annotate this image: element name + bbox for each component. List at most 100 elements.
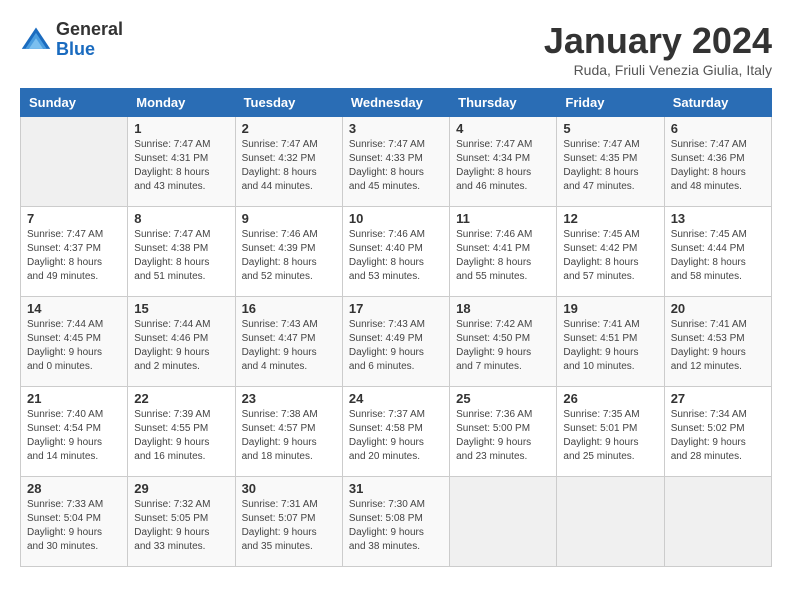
day-info: Sunrise: 7:37 AMSunset: 4:58 PMDaylight:… (349, 408, 443, 464)
calendar-cell: 28 Sunrise: 7:33 AMSunset: 5:04 PMDayligh… (21, 477, 128, 567)
day-number: 19 (563, 301, 657, 316)
calendar-cell: 23 Sunrise: 7:38 AMSunset: 4:57 PMDayligh… (235, 387, 342, 477)
logo-icon (20, 24, 52, 56)
day-info: Sunrise: 7:43 AMSunset: 4:49 PMDaylight:… (349, 318, 443, 374)
logo-general: General (56, 19, 123, 39)
calendar-cell: 20 Sunrise: 7:41 AMSunset: 4:53 PMDayligh… (664, 297, 771, 387)
logo: General Blue (20, 20, 123, 60)
calendar-cell (450, 477, 557, 567)
day-number: 23 (242, 391, 336, 406)
day-number: 12 (563, 211, 657, 226)
calendar-cell: 30 Sunrise: 7:31 AMSunset: 5:07 PMDayligh… (235, 477, 342, 567)
day-number: 3 (349, 121, 443, 136)
calendar-cell: 22 Sunrise: 7:39 AMSunset: 4:55 PMDayligh… (128, 387, 235, 477)
day-number: 31 (349, 481, 443, 496)
calendar-cell: 19 Sunrise: 7:41 AMSunset: 4:51 PMDayligh… (557, 297, 664, 387)
day-info: Sunrise: 7:33 AMSunset: 5:04 PMDaylight:… (27, 498, 121, 554)
page-header: General Blue January 2024 Ruda, Friuli V… (20, 20, 772, 78)
calendar-cell: 11 Sunrise: 7:46 AMSunset: 4:41 PMDayligh… (450, 207, 557, 297)
day-info: Sunrise: 7:47 AMSunset: 4:33 PMDaylight:… (349, 138, 443, 194)
day-info: Sunrise: 7:47 AMSunset: 4:36 PMDaylight:… (671, 138, 765, 194)
day-info: Sunrise: 7:46 AMSunset: 4:40 PMDaylight:… (349, 228, 443, 284)
day-number: 4 (456, 121, 550, 136)
day-info: Sunrise: 7:30 AMSunset: 5:08 PMDaylight:… (349, 498, 443, 554)
day-number: 5 (563, 121, 657, 136)
calendar-cell: 13Sunrise: 7:45 AMSunset: 4:44 PMDayligh… (664, 207, 771, 297)
day-number: 11 (456, 211, 550, 226)
calendar-cell: 16Sunrise: 7:43 AMSunset: 4:47 PMDayligh… (235, 297, 342, 387)
day-info: Sunrise: 7:41 AMSunset: 4:53 PMDaylight:… (671, 318, 765, 374)
day-number: 1 (134, 121, 228, 136)
day-number: 28 (27, 481, 121, 496)
calendar-cell: 6 Sunrise: 7:47 AMSunset: 4:36 PMDaylight… (664, 117, 771, 207)
day-info: Sunrise: 7:44 AMSunset: 4:45 PMDaylight:… (27, 318, 121, 374)
day-number: 24 (349, 391, 443, 406)
logo-blue: Blue (56, 39, 95, 59)
day-info: Sunrise: 7:31 AMSunset: 5:07 PMDaylight:… (242, 498, 336, 554)
title-block: January 2024 Ruda, Friuli Venezia Giulia… (544, 20, 772, 78)
calendar-cell (21, 117, 128, 207)
day-info: Sunrise: 7:38 AMSunset: 4:57 PMDaylight:… (242, 408, 336, 464)
calendar-cell: 26 Sunrise: 7:35 AMSunset: 5:01 PMDayligh… (557, 387, 664, 477)
day-info: Sunrise: 7:35 AMSunset: 5:01 PMDaylight:… (563, 408, 657, 464)
weekday-header: Sunday (21, 89, 128, 117)
calendar-cell: 3 Sunrise: 7:47 AMSunset: 4:33 PMDaylight… (342, 117, 449, 207)
calendar-week-row: 7Sunrise: 7:47 AMSunset: 4:37 PMDaylight… (21, 207, 772, 297)
day-number: 27 (671, 391, 765, 406)
calendar-week-row: 14 Sunrise: 7:44 AMSunset: 4:45 PMDayligh… (21, 297, 772, 387)
day-number: 26 (563, 391, 657, 406)
day-number: 8 (134, 211, 228, 226)
day-info: Sunrise: 7:45 AMSunset: 4:44 PMDaylight:… (671, 228, 765, 284)
weekday-header: Thursday (450, 89, 557, 117)
calendar-cell: 9Sunrise: 7:46 AMSunset: 4:39 PMDaylight… (235, 207, 342, 297)
calendar-cell: 10Sunrise: 7:46 AMSunset: 4:40 PMDayligh… (342, 207, 449, 297)
day-number: 18 (456, 301, 550, 316)
weekday-header: Wednesday (342, 89, 449, 117)
weekday-header: Tuesday (235, 89, 342, 117)
day-number: 22 (134, 391, 228, 406)
day-number: 30 (242, 481, 336, 496)
day-info: Sunrise: 7:34 AMSunset: 5:02 PMDaylight:… (671, 408, 765, 464)
day-number: 6 (671, 121, 765, 136)
calendar-cell: 2Sunrise: 7:47 AMSunset: 4:32 PMDaylight… (235, 117, 342, 207)
calendar-cell: 15Sunrise: 7:44 AMSunset: 4:46 PMDayligh… (128, 297, 235, 387)
day-info: Sunrise: 7:39 AMSunset: 4:55 PMDaylight:… (134, 408, 228, 464)
month-title: January 2024 (544, 20, 772, 62)
day-info: Sunrise: 7:40 AMSunset: 4:54 PMDaylight:… (27, 408, 121, 464)
day-number: 21 (27, 391, 121, 406)
calendar-cell: 8Sunrise: 7:47 AMSunset: 4:38 PMDaylight… (128, 207, 235, 297)
day-info: Sunrise: 7:32 AMSunset: 5:05 PMDaylight:… (134, 498, 228, 554)
logo-text: General Blue (56, 20, 123, 60)
calendar-cell: 5 Sunrise: 7:47 AMSunset: 4:35 PMDaylight… (557, 117, 664, 207)
calendar-cell: 24 Sunrise: 7:37 AMSunset: 4:58 PMDayligh… (342, 387, 449, 477)
day-info: Sunrise: 7:46 AMSunset: 4:41 PMDaylight:… (456, 228, 550, 284)
day-info: Sunrise: 7:43 AMSunset: 4:47 PMDaylight:… (242, 318, 336, 374)
calendar-cell (664, 477, 771, 567)
calendar-table: SundayMondayTuesdayWednesdayThursdayFrid… (20, 88, 772, 567)
day-number: 20 (671, 301, 765, 316)
calendar-cell (557, 477, 664, 567)
day-info: Sunrise: 7:47 AMSunset: 4:35 PMDaylight:… (563, 138, 657, 194)
location-subtitle: Ruda, Friuli Venezia Giulia, Italy (544, 62, 772, 78)
day-info: Sunrise: 7:47 AMSunset: 4:31 PMDaylight:… (134, 138, 228, 194)
day-number: 14 (27, 301, 121, 316)
day-info: Sunrise: 7:46 AMSunset: 4:39 PMDaylight:… (242, 228, 336, 284)
calendar-cell: 21 Sunrise: 7:40 AMSunset: 4:54 PMDayligh… (21, 387, 128, 477)
calendar-cell: 27 Sunrise: 7:34 AMSunset: 5:02 PMDayligh… (664, 387, 771, 477)
day-info: Sunrise: 7:45 AMSunset: 4:42 PMDaylight:… (563, 228, 657, 284)
weekday-header: Saturday (664, 89, 771, 117)
calendar-week-row: 21 Sunrise: 7:40 AMSunset: 4:54 PMDayligh… (21, 387, 772, 477)
calendar-cell: 29 Sunrise: 7:32 AMSunset: 5:05 PMDayligh… (128, 477, 235, 567)
calendar-cell: 18Sunrise: 7:42 AMSunset: 4:50 PMDayligh… (450, 297, 557, 387)
calendar-cell: 1 Sunrise: 7:47 AMSunset: 4:31 PMDaylight… (128, 117, 235, 207)
day-number: 29 (134, 481, 228, 496)
calendar-cell: 31 Sunrise: 7:30 AMSunset: 5:08 PMDayligh… (342, 477, 449, 567)
day-number: 17 (349, 301, 443, 316)
calendar-cell: 14 Sunrise: 7:44 AMSunset: 4:45 PMDayligh… (21, 297, 128, 387)
day-info: Sunrise: 7:36 AMSunset: 5:00 PMDaylight:… (456, 408, 550, 464)
calendar-cell: 12 Sunrise: 7:45 AMSunset: 4:42 PMDayligh… (557, 207, 664, 297)
day-info: Sunrise: 7:41 AMSunset: 4:51 PMDaylight:… (563, 318, 657, 374)
calendar-cell: 4Sunrise: 7:47 AMSunset: 4:34 PMDaylight… (450, 117, 557, 207)
day-number: 7 (27, 211, 121, 226)
calendar-week-row: 1 Sunrise: 7:47 AMSunset: 4:31 PMDaylight… (21, 117, 772, 207)
